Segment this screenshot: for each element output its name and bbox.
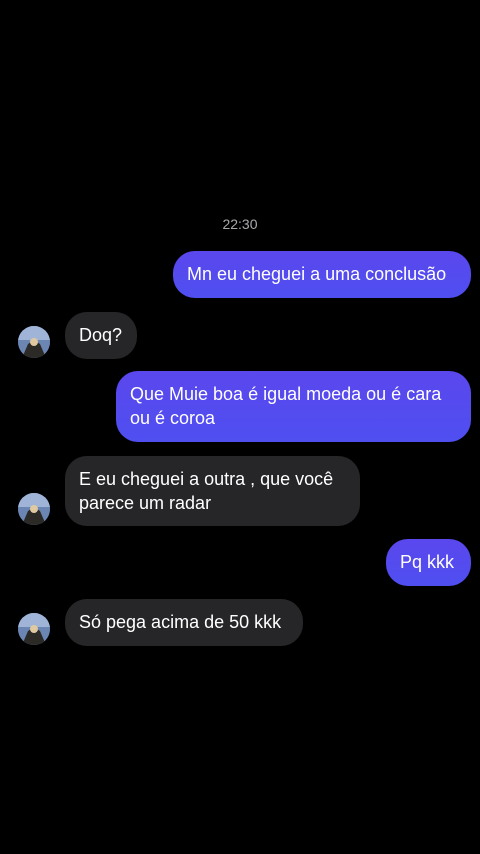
- message-text: Pq kkk: [400, 552, 455, 572]
- incoming-message-bubble[interactable]: Doq?: [65, 312, 137, 359]
- contact-avatar[interactable]: [18, 493, 50, 525]
- message-text: Doq?: [79, 325, 123, 345]
- contact-avatar[interactable]: [18, 613, 50, 645]
- contact-avatar[interactable]: [18, 326, 50, 358]
- outgoing-message-bubble[interactable]: Pq kkk: [386, 539, 471, 586]
- chat-timestamp: 22:30: [222, 216, 258, 232]
- message-text: Que Muie boa é igual moeda ou é cara ou …: [130, 384, 442, 428]
- message-text: Mn eu cheguei a uma conclusão: [187, 264, 447, 284]
- incoming-message-bubble[interactable]: Só pega acima de 50 kkk: [65, 599, 303, 646]
- message-text: E eu cheguei a outra , que você parece u…: [79, 469, 334, 513]
- message-text: Só pega acima de 50 kkk: [79, 612, 282, 632]
- outgoing-message-bubble[interactable]: Mn eu cheguei a uma conclusão: [173, 251, 471, 298]
- incoming-message-bubble[interactable]: E eu cheguei a outra , que você parece u…: [65, 456, 360, 526]
- outgoing-message-bubble[interactable]: Que Muie boa é igual moeda ou é cara ou …: [116, 371, 471, 442]
